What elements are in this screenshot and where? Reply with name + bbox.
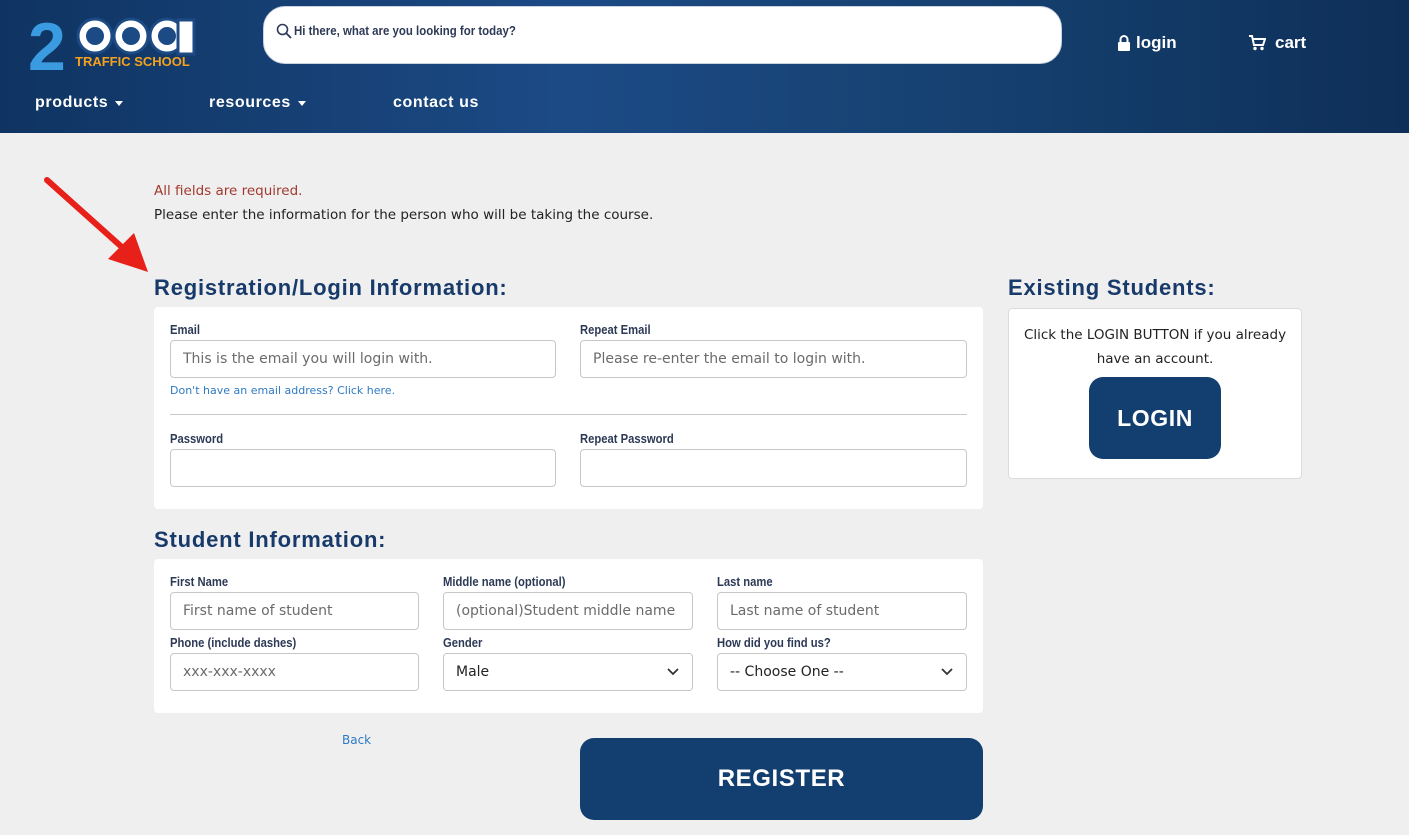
no-email-link[interactable]: Don't have an email address? Click here.	[170, 384, 395, 397]
site-logo[interactable]: 2 TRAFFIC SCHOOL	[28, 10, 200, 76]
required-notice: All fields are required.	[154, 183, 303, 199]
first-name-placeholder: First name of student	[183, 603, 333, 619]
login-link[interactable]: login	[1117, 33, 1177, 53]
middle-name-placeholder: (optional)Student middle name	[456, 603, 676, 619]
email-field[interactable]: This is the email you will login with.	[170, 340, 556, 378]
site-header: 2 TRAFFIC SCHOOL Hi there, what are you …	[0, 0, 1409, 133]
existing-text: Click the LOGIN BUTTON if you already ha…	[1023, 327, 1287, 367]
caret-down-icon	[297, 100, 306, 106]
intro-text: Please enter the information for the per…	[154, 207, 654, 223]
middle-name-label: Middle name (optional)	[443, 575, 566, 589]
gender-label: Gender	[443, 636, 483, 650]
password-label: Password	[170, 432, 224, 446]
repeat-password-label: Repeat Password	[580, 432, 674, 446]
first-name-field[interactable]: First name of student	[170, 592, 419, 630]
cart-label: cart	[1275, 33, 1307, 52]
registration-title: Registration/Login Information:	[154, 275, 508, 300]
nav-products[interactable]: products	[35, 94, 124, 112]
middle-name-field[interactable]: (optional)Student middle name	[443, 592, 693, 630]
nav-products-label: products	[35, 94, 109, 111]
repeat-password-field[interactable]	[580, 449, 967, 487]
logo-subtitle: TRAFFIC SCHOOL	[75, 54, 190, 69]
last-name-label: Last name	[717, 575, 773, 589]
nav-resources[interactable]: resources	[209, 94, 306, 112]
repeat-email-field[interactable]: Please re-enter the email to login with.	[580, 340, 967, 378]
caret-down-icon	[115, 100, 124, 106]
gender-select[interactable]: Male	[443, 653, 693, 691]
password-field[interactable]	[170, 449, 556, 487]
find-us-select[interactable]: -- Choose One --	[717, 653, 967, 691]
phone-label: Phone (include dashes)	[170, 636, 297, 650]
last-name-field[interactable]: Last name of student	[717, 592, 967, 630]
chevron-down-icon	[941, 668, 953, 676]
search-bar[interactable]: Hi there, what are you looking for today…	[263, 6, 1062, 64]
find-us-value: -- Choose One --	[730, 664, 844, 680]
phone-field[interactable]: xxx-xxx-xxxx	[170, 653, 419, 691]
gender-value: Male	[456, 664, 490, 680]
first-name-label: First Name	[170, 575, 229, 589]
nav-resources-label: resources	[209, 94, 291, 111]
repeat-email-placeholder: Please re-enter the email to login with.	[593, 351, 866, 367]
student-card: First Name First name of student Middle …	[154, 559, 983, 713]
find-us-label: How did you find us?	[717, 636, 831, 650]
email-label: Email	[170, 323, 201, 337]
back-link[interactable]: Back	[342, 733, 371, 747]
register-label: REGISTER	[717, 765, 846, 792]
email-placeholder: This is the email you will login with.	[183, 351, 433, 367]
search-icon	[276, 23, 292, 39]
student-title: Student Information:	[154, 527, 387, 552]
chevron-down-icon	[667, 668, 679, 676]
nav-contact-label: contact us	[393, 94, 480, 111]
lock-icon	[1118, 35, 1130, 51]
red-arrow-annotation	[44, 177, 148, 272]
search-placeholder: Hi there, what are you looking for today…	[294, 23, 516, 38]
repeat-email-label: Repeat Email	[580, 323, 651, 337]
cart-icon	[1249, 35, 1266, 51]
divider	[170, 414, 967, 415]
nav-contact[interactable]: contact us	[393, 94, 479, 112]
logo-digit: 2	[28, 10, 66, 76]
existing-title: Existing Students:	[1008, 275, 1216, 300]
phone-placeholder: xxx-xxx-xxxx	[183, 664, 276, 680]
register-button[interactable]: REGISTER	[580, 738, 983, 820]
last-name-placeholder: Last name of student	[730, 603, 880, 619]
cart-link[interactable]: cart	[1249, 33, 1306, 53]
registration-card: Email This is the email you will login w…	[154, 307, 983, 509]
login-button[interactable]: LOGIN	[1089, 377, 1221, 459]
login-label: login	[1136, 33, 1177, 52]
login-button-label: LOGIN	[1117, 404, 1193, 431]
